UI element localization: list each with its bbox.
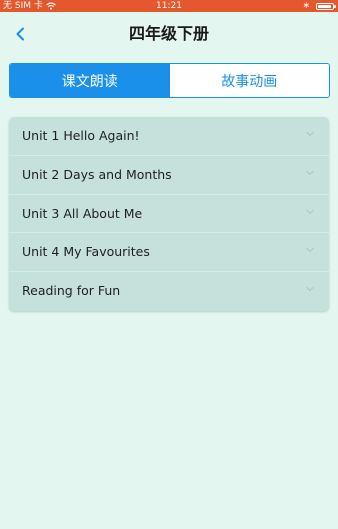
bluetooth-icon: ∗ (302, 1, 310, 11)
unit-label: Unit 1 Hello Again! (22, 128, 140, 143)
list-item[interactable]: Unit 3 All About Me (9, 195, 329, 234)
chevron-down-icon (306, 286, 314, 292)
unit-list: Unit 1 Hello Again! Unit 2 Days and Mont… (9, 117, 329, 311)
unit-label: Unit 3 All About Me (22, 205, 143, 221)
chevron-down-icon (306, 209, 314, 214)
status-bar: 无 SIM 卡 11:21 ∗ (0, 0, 338, 12)
page-title: 四年级下册 (128, 24, 209, 43)
battery-level (318, 4, 331, 8)
list-item[interactable]: Unit 1 Hello Again! (9, 117, 329, 156)
chevron-down-icon (306, 248, 314, 253)
tab-text-reading[interactable]: 课文朗读 (10, 64, 170, 97)
list-item[interactable]: Unit 4 My Favourites (9, 233, 329, 273)
status-right: ∗ (302, 0, 336, 12)
chevron-down-icon (306, 170, 314, 176)
status-time: 11:21 (156, 1, 182, 11)
unit-label: Unit 4 My Favourites (22, 244, 150, 260)
unit-label: Reading for Fun (22, 283, 121, 299)
unit-label: Unit 2 Days and Months (22, 166, 172, 182)
list-item[interactable]: Reading for Fun (9, 272, 329, 311)
tab-story-animation[interactable]: 故事动画 (169, 64, 329, 97)
chevron-down-icon (306, 131, 314, 137)
battery-icon (316, 2, 336, 10)
list-item[interactable]: Unit 2 Days and Months (9, 156, 329, 195)
segmented-control: 课文朗读 故事动画 (9, 63, 330, 98)
nav-bar: 四年级下册 (0, 12, 338, 56)
